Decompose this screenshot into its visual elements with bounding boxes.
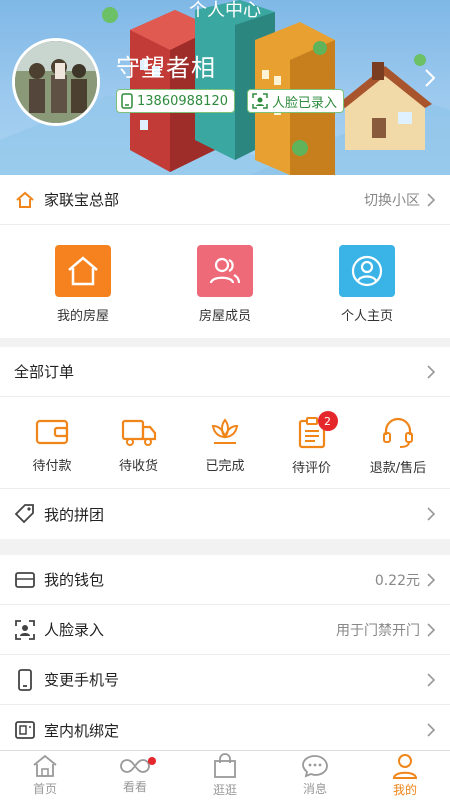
refund-aftersale-button[interactable]: 退款/售后	[356, 417, 440, 476]
tab-look[interactable]: 看看	[90, 751, 180, 800]
my-house-button[interactable]: 我的房屋	[28, 245, 138, 324]
personal-center-page: 个人中心 守望者相 13860988120 人脸已录入 家联宝总部 切换小区 我…	[0, 0, 450, 800]
completed-button[interactable]: 已完成	[183, 417, 267, 476]
tab-messages-label: 消息	[302, 782, 327, 796]
home-icon	[33, 754, 57, 777]
wallet-row[interactable]: 我的钱包 0.22元	[0, 555, 450, 605]
all-orders-label: 全部订单	[14, 363, 75, 381]
tab-mine[interactable]: 我的	[360, 751, 450, 800]
settings-section: 我的钱包 0.22元 人脸录入 用于门禁开门 变更手机号 室内机绑定	[0, 555, 450, 755]
completed-label: 已完成	[205, 459, 245, 474]
avatar-photo-icon	[15, 41, 97, 123]
chevron-right-icon	[427, 672, 436, 687]
chevron-right-icon	[427, 192, 436, 207]
chevron-right-icon	[427, 723, 436, 737]
phone-number: 13860988120	[137, 93, 228, 109]
profile-icon	[339, 245, 395, 297]
message-icon	[302, 755, 328, 778]
wallet-outline-icon	[14, 569, 36, 591]
profile-header: 个人中心 守望者相 13860988120 人脸已录入	[0, 0, 450, 175]
user-name: 守望者相	[116, 54, 216, 82]
chevron-right-icon	[427, 364, 436, 379]
tab-home-label: 首页	[32, 782, 57, 796]
change-phone-row[interactable]: 变更手机号	[0, 655, 450, 705]
house-members-button[interactable]: 房屋成员	[170, 245, 280, 324]
face-status-chip: 人脸已录入	[247, 89, 345, 113]
all-orders-row[interactable]: 全部订单	[0, 347, 450, 397]
face-entry-hint: 用于门禁开门	[336, 622, 420, 639]
house-menu: 我的房屋 房屋成员 个人主页	[0, 225, 450, 338]
my-house-label: 我的房屋	[56, 309, 109, 324]
wallet-balance: 0.22元	[374, 572, 420, 589]
face-entry-label: 人脸录入	[44, 621, 105, 639]
lotus-icon	[211, 418, 239, 444]
mobile-phone-icon	[14, 668, 36, 691]
tab-look-label: 看看	[122, 780, 147, 794]
chevron-right-icon[interactable]	[424, 68, 436, 88]
chevron-right-icon	[427, 572, 436, 587]
tab-browse-label: 逛逛	[212, 783, 237, 797]
home-orange-icon	[14, 189, 36, 211]
indoor-unit-bind-row[interactable]: 室内机绑定	[0, 705, 450, 755]
phone-chip: 13860988120	[116, 89, 235, 113]
pending-review-button[interactable]: 2 待评价	[270, 411, 354, 476]
personal-homepage-label: 个人主页	[340, 309, 393, 324]
switch-community-link[interactable]: 切换小区	[364, 190, 420, 210]
wallet-icon	[35, 419, 69, 445]
chevron-right-icon	[427, 622, 436, 637]
indoor-unit-icon	[14, 719, 36, 741]
face-entry-row[interactable]: 人脸录入 用于门禁开门	[0, 605, 450, 655]
pending-receipt-label: 待收货	[118, 459, 158, 474]
personal-homepage-button[interactable]: 个人主页	[312, 245, 422, 324]
tab-messages[interactable]: 消息	[270, 751, 360, 800]
tab-browse[interactable]: 逛逛	[180, 751, 270, 800]
face-scan-icon	[14, 619, 36, 641]
house-icon	[55, 245, 111, 297]
wallet-label: 我的钱包	[44, 571, 105, 589]
orders-section: 全部订单 待付款 待收货 已完成 2 待评价 退款/售后 我的拼团	[0, 347, 450, 539]
avatar[interactable]	[12, 38, 100, 126]
page-title: 个人中心	[189, 0, 261, 21]
new-content-dot	[148, 757, 156, 765]
pending-review-label: 待评价	[291, 461, 331, 476]
change-phone-label: 变更手机号	[44, 671, 120, 689]
face-scan-icon	[252, 93, 268, 109]
group-buy-label: 我的拼团	[44, 505, 105, 524]
person-icon	[392, 754, 418, 779]
tag-icon	[14, 503, 36, 525]
refund-aftersale-label: 退款/售后	[369, 461, 427, 476]
tab-mine-label: 我的	[392, 783, 417, 797]
shopping-bag-icon	[214, 753, 236, 778]
pending-payment-button[interactable]: 待付款	[10, 417, 94, 476]
truck-icon	[121, 419, 156, 446]
infinity-icon	[120, 759, 150, 773]
face-status-text: 人脸已录入	[272, 95, 338, 111]
chevron-right-icon	[427, 507, 436, 521]
headset-icon	[383, 417, 413, 448]
bottom-tab-bar: 首页 看看 逛逛 消息 我的	[0, 750, 450, 800]
order-status-menu: 待付款 待收货 已完成 2 待评价 退款/售后	[0, 397, 450, 489]
community-row[interactable]: 家联宝总部 切换小区	[0, 175, 450, 225]
tab-home[interactable]: 首页	[0, 751, 90, 800]
pending-payment-label: 待付款	[32, 459, 72, 474]
members-icon	[197, 245, 253, 297]
pending-receipt-button[interactable]: 待收货	[97, 417, 181, 476]
community-section: 家联宝总部 切换小区 我的房屋 房屋成员 个人主页	[0, 175, 450, 338]
group-buy-row[interactable]: 我的拼团	[0, 489, 450, 539]
indoor-unit-bind-label: 室内机绑定	[44, 721, 120, 740]
community-name: 家联宝总部	[44, 191, 120, 209]
phone-icon	[121, 93, 133, 109]
review-count-badge: 2	[317, 411, 338, 431]
house-members-label: 房屋成员	[198, 309, 251, 324]
